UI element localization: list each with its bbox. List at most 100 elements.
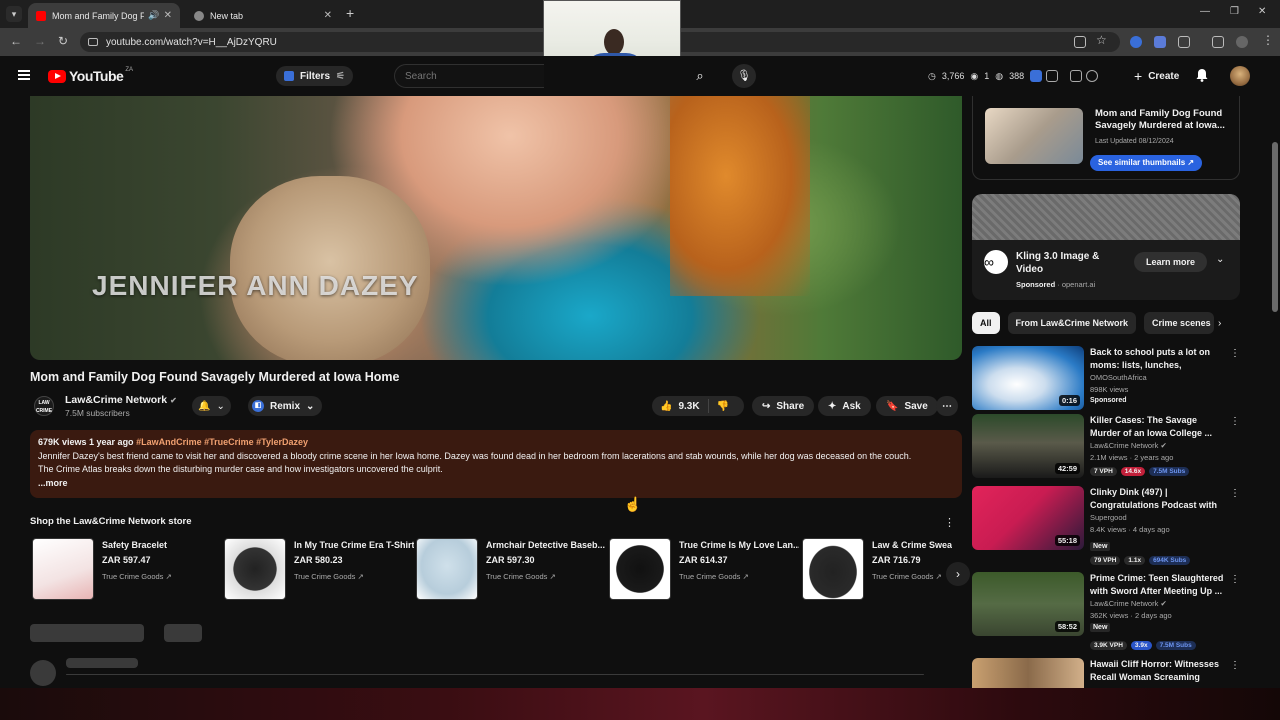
product-name: Safety Bracelet bbox=[102, 540, 168, 550]
external-link-icon: ↗ bbox=[165, 572, 172, 581]
more-vert-icon[interactable]: ⋮ bbox=[1230, 488, 1240, 499]
store-product[interactable]: Safety Bracelet ZAR 597.47 True Crime Go… bbox=[32, 538, 220, 602]
scrollbar-thumb[interactable] bbox=[1272, 142, 1278, 312]
filter-icon[interactable] bbox=[1070, 70, 1082, 82]
more-vert-icon[interactable]: ⋮ bbox=[1230, 574, 1240, 585]
extension-icon[interactable] bbox=[1154, 36, 1166, 48]
new-badge: New bbox=[1090, 623, 1111, 632]
more-vert-icon[interactable]: ⋮ bbox=[1230, 416, 1240, 427]
tab-active[interactable]: Mom and Family Dog Foun 🔊 ✕ bbox=[28, 3, 180, 28]
loading-skeleton bbox=[30, 624, 144, 642]
search-icon[interactable]: ⌕ bbox=[684, 64, 716, 88]
product-seller[interactable]: True Crime Goods ↗ bbox=[486, 572, 556, 581]
notifications-bell-icon[interactable] bbox=[1194, 67, 1210, 83]
like-dislike-group: 👍 9.3K 👎 bbox=[652, 396, 744, 416]
recommended-video[interactable]: 42:59 Killer Cases: The Savage Murder of… bbox=[972, 414, 1240, 482]
product-seller[interactable]: True Crime Goods ↗ bbox=[679, 572, 749, 581]
store-next-icon[interactable]: › bbox=[946, 562, 970, 586]
product-seller[interactable]: True Crime Goods ↗ bbox=[294, 572, 364, 581]
filters-button[interactable]: Filters ⚟ bbox=[276, 66, 353, 86]
more-vert-icon[interactable]: ⋮ bbox=[1230, 348, 1240, 359]
chevron-down-icon: ⌄ bbox=[216, 400, 225, 412]
recommended-video[interactable]: 0:16 Back to school puts a lot on moms: … bbox=[972, 346, 1240, 414]
save-button[interactable]: 🔖 Save bbox=[876, 396, 938, 416]
maximize-icon[interactable]: ❐ bbox=[1230, 6, 1239, 17]
product-thumbnail bbox=[609, 538, 671, 600]
video-caption-overlay: JENNIFER ANN DAZEY bbox=[92, 270, 419, 301]
new-tab-button[interactable]: + bbox=[346, 5, 354, 21]
description-box[interactable]: 679K views 1 year ago #LawAndCrime #True… bbox=[30, 430, 962, 498]
close-tab-icon[interactable]: ✕ bbox=[324, 10, 332, 21]
settings-icon[interactable] bbox=[1086, 70, 1098, 82]
chip-crime-scenes[interactable]: Crime scenes bbox=[1144, 312, 1215, 334]
product-seller[interactable]: True Crime Goods ↗ bbox=[872, 572, 942, 581]
show-more-link[interactable]: ...more bbox=[38, 477, 954, 491]
store-product[interactable]: Armchair Detective Baseb... ZAR 597.30 T… bbox=[416, 538, 605, 602]
thumbs-up-icon: 👍 bbox=[660, 400, 673, 412]
extension-icon[interactable] bbox=[1030, 70, 1042, 82]
more-actions-button[interactable]: ⋯ bbox=[936, 396, 958, 416]
remix-button[interactable]: ◧ Remix ⌄ bbox=[248, 396, 323, 416]
store-product[interactable]: True Crime Is My Love Lan... ZAR 614.37 … bbox=[609, 538, 799, 602]
close-tab-icon[interactable]: ✕ bbox=[164, 10, 172, 21]
hamburger-menu-icon[interactable] bbox=[18, 70, 30, 80]
like-button[interactable]: 👍 9.3K bbox=[652, 399, 709, 413]
product-seller[interactable]: True Crime Goods ↗ bbox=[102, 572, 172, 581]
extensions-puzzle-icon[interactable] bbox=[1178, 36, 1190, 48]
install-icon[interactable] bbox=[1074, 36, 1086, 48]
recommended-video[interactable]: Hawaii Cliff Horror: Witnesses Recall Wo… bbox=[972, 658, 1240, 688]
audio-icon[interactable]: 🔊 bbox=[148, 10, 159, 21]
video-player[interactable]: JENNIFER ANN DAZEY bbox=[30, 96, 962, 360]
channel-name-row[interactable]: Law&Crime Network ✔ bbox=[65, 394, 177, 406]
tab-search-icon[interactable]: ▾ bbox=[6, 6, 22, 22]
search-input[interactable] bbox=[394, 64, 544, 88]
chevron-down-icon[interactable]: ⌄ bbox=[1216, 254, 1224, 265]
store-product[interactable]: In My True Crime Era T-Shirt ZAR 580.23 … bbox=[224, 538, 414, 602]
subscription-bell-button[interactable]: 🔔 ⌄ bbox=[192, 396, 231, 416]
share-button[interactable]: ↪ Share bbox=[752, 396, 815, 416]
chip-from-channel[interactable]: From Law&Crime Network bbox=[1007, 312, 1137, 334]
microphone-icon[interactable]: 🎙 bbox=[732, 64, 756, 88]
chip-all[interactable]: All bbox=[972, 312, 1000, 334]
ask-button[interactable]: ✦ Ask bbox=[818, 396, 871, 416]
duration-badge: 0:16 bbox=[1058, 395, 1080, 406]
chevron-right-icon[interactable]: › bbox=[1218, 318, 1221, 329]
dislike-button[interactable]: 👎 bbox=[709, 401, 737, 412]
list-icon[interactable] bbox=[1046, 70, 1058, 82]
extension-icon[interactable] bbox=[1130, 36, 1142, 48]
user-avatar[interactable] bbox=[1230, 66, 1250, 86]
more-vert-icon[interactable]: ⋮ bbox=[1230, 660, 1240, 671]
close-window-icon[interactable]: ✕ bbox=[1258, 6, 1266, 17]
page-scrollbar[interactable] bbox=[1272, 96, 1278, 686]
back-icon[interactable]: ← bbox=[10, 34, 22, 48]
see-similar-thumbnails-button[interactable]: See similar thumbnails ↗ bbox=[1090, 155, 1203, 171]
extension-stats: ◷ 3,766 ◉ 1 ◍ 388 bbox=[928, 71, 1024, 82]
sponsored-badge: Sponsored bbox=[1090, 397, 1127, 404]
site-info-icon[interactable] bbox=[88, 38, 98, 46]
store-product[interactable]: Law & Crime Sweatshi ZAR 716.79 True Cri… bbox=[802, 538, 952, 602]
learn-more-button[interactable]: Learn more bbox=[1134, 252, 1208, 272]
reload-icon[interactable]: ↻ bbox=[58, 34, 68, 48]
media-control-icon[interactable] bbox=[1212, 36, 1224, 48]
hashtags[interactable]: #LawAndCrime #TrueCrime #TylerDazey bbox=[136, 437, 308, 447]
browser-menu-icon[interactable]: ⋮ bbox=[1262, 33, 1274, 47]
store-menu-icon[interactable]: ⋮ bbox=[944, 516, 955, 529]
recommended-video[interactable]: 58:52 Prime Crime: Teen Slaughtered with… bbox=[972, 572, 1240, 650]
minimize-icon[interactable]: — bbox=[1200, 6, 1210, 17]
video-thumbnail: 0:16 bbox=[972, 346, 1084, 410]
bookmark-star-icon[interactable]: ☆ bbox=[1096, 33, 1107, 47]
product-price: ZAR 716.79 bbox=[872, 555, 921, 565]
remix-extension-icon: ◧ bbox=[252, 400, 264, 412]
rec-stat-tags: 7 VPH 14.6x 7.5M Subs bbox=[1090, 467, 1190, 476]
create-button[interactable]: + Create bbox=[1126, 66, 1187, 86]
share-icon: ↪ bbox=[762, 400, 771, 412]
sponsored-ad-card[interactable]: ∞ Kling 3.0 Image & Video Sponsored · op… bbox=[972, 194, 1240, 300]
recommended-video[interactable]: 55:18 Clinky Dink (497) | Congratulation… bbox=[972, 486, 1240, 565]
profile-icon[interactable] bbox=[1236, 36, 1248, 48]
channel-name[interactable]: Law&Crime Network bbox=[65, 394, 167, 406]
promo-card[interactable]: Mom and Family Dog Found Savagely Murder… bbox=[972, 96, 1240, 180]
channel-avatar[interactable]: LAW CRIME bbox=[34, 396, 54, 416]
youtube-logo[interactable]: YouTube ZA bbox=[48, 67, 133, 84]
tab-new-tab[interactable]: New tab ✕ bbox=[186, 3, 340, 28]
forward-icon[interactable]: → bbox=[34, 34, 46, 48]
